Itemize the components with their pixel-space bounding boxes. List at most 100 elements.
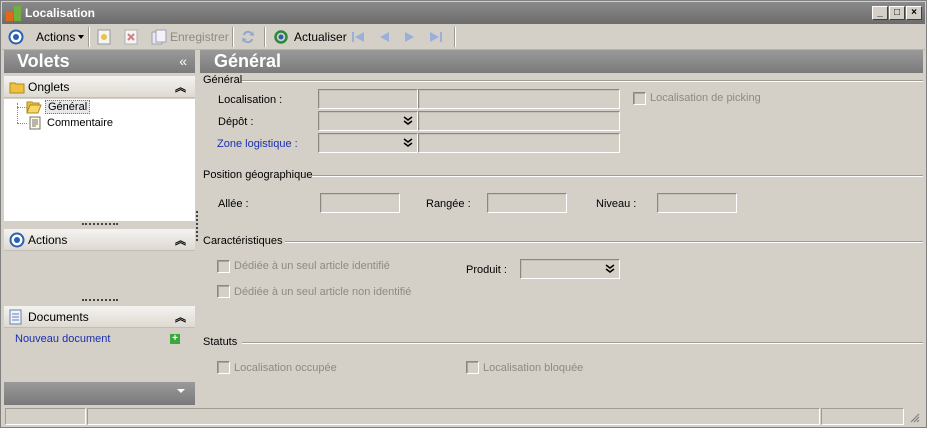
group-divider: [312, 175, 923, 177]
produit-combo[interactable]: [520, 259, 620, 279]
side-panel-header: Volets «: [4, 50, 195, 73]
collapse-section-icon[interactable]: ︽: [175, 309, 186, 325]
sync-icon: [242, 30, 254, 44]
toolbar-separator: [232, 27, 234, 47]
toolbar-separator: [88, 27, 90, 47]
app-icon: [6, 6, 22, 22]
bloquee-label: Localisation bloquée: [483, 362, 584, 374]
collapse-section-icon[interactable]: ︽: [175, 232, 186, 248]
caracteristiques-group-title: Caractéristiques: [203, 235, 283, 247]
depot-label: Dépôt :: [218, 116, 254, 128]
window-title: Localisation: [25, 6, 96, 20]
first-record-button[interactable]: [350, 27, 366, 47]
refresh-button[interactable]: Actualiser: [273, 27, 347, 47]
toolbar-separator: [264, 27, 266, 47]
niveau-label: Niveau :: [596, 198, 637, 210]
actions-icon[interactable]: [8, 27, 24, 47]
rangee-label: Rangée :: [426, 198, 471, 210]
tree-item-general[interactable]: Général: [26, 99, 91, 115]
form-panel: Général Général Localisation : Dépôt : Z…: [200, 50, 923, 405]
minimize-button[interactable]: _: [872, 6, 888, 20]
picking-checkbox[interactable]: [633, 92, 646, 105]
sync-button[interactable]: [240, 27, 256, 47]
onglets-section-title: Onglets: [28, 80, 70, 94]
article-identifie-checkbox[interactable]: [217, 260, 230, 273]
group-divider: [285, 241, 923, 243]
onglets-tree: Général Commentaire: [4, 99, 195, 221]
section-resize-grip[interactable]: [82, 223, 118, 226]
side-panel-footer[interactable]: [4, 382, 195, 405]
document-list-icon: [9, 309, 25, 325]
localisation-label: Localisation :: [218, 94, 283, 106]
chevron-down-icon[interactable]: [603, 262, 617, 276]
allee-label: Allée :: [218, 198, 249, 210]
toolbar-separator: [454, 27, 456, 47]
next-record-button[interactable]: [402, 27, 418, 47]
previous-record-button[interactable]: [376, 27, 392, 47]
status-pane: [87, 408, 820, 425]
status-bar: [2, 405, 925, 427]
allee-field[interactable]: [320, 193, 400, 213]
save-icon: [151, 29, 167, 45]
last-record-button[interactable]: [428, 27, 444, 47]
pane-splitter[interactable]: [196, 211, 198, 241]
zone-logistique-name-field[interactable]: [418, 133, 620, 153]
chevron-down-icon[interactable]: [401, 114, 415, 128]
localisation-name-field[interactable]: [418, 89, 620, 109]
resize-grip-icon[interactable]: [908, 411, 920, 423]
toolbar: Actions Enregistrer Actualiser: [2, 24, 925, 50]
close-button[interactable]: ×: [906, 6, 922, 20]
bloquee-checkbox[interactable]: [466, 361, 479, 374]
status-pane: [5, 408, 86, 425]
niveau-field[interactable]: [657, 193, 737, 213]
actions-menu-label: Actions: [36, 30, 76, 44]
depot-combo[interactable]: [318, 111, 418, 131]
previous-record-icon: [380, 32, 389, 42]
maximize-button[interactable]: □: [889, 6, 905, 20]
chevron-down-icon[interactable]: [401, 136, 415, 150]
save-label: Enregistrer: [170, 30, 229, 44]
new-document-link[interactable]: Nouveau document: [15, 333, 110, 345]
position-group-title: Position géographique: [203, 169, 313, 181]
onglets-section-header[interactable]: Onglets ︽: [4, 76, 195, 98]
new-record-button[interactable]: [97, 27, 111, 47]
tree-item-commentaire[interactable]: Commentaire: [28, 115, 113, 131]
refresh-icon: [274, 30, 288, 44]
section-resize-grip[interactable]: [82, 299, 118, 302]
collapse-panel-button[interactable]: «: [179, 53, 187, 69]
document-icon: [29, 116, 41, 130]
chevron-down-icon[interactable]: [177, 389, 185, 393]
rangee-field[interactable]: [487, 193, 567, 213]
localisation-code-field[interactable]: [318, 89, 418, 109]
picking-label: Localisation de picking: [650, 92, 761, 104]
refresh-label: Actualiser: [294, 30, 347, 44]
zone-logistique-combo[interactable]: [318, 133, 418, 153]
group-divider: [242, 80, 923, 82]
actions-section-title: Actions: [28, 233, 68, 247]
last-record-icon: [430, 32, 442, 42]
folder-icon: [9, 79, 25, 95]
status-pane: [821, 408, 904, 425]
form-header: Général: [200, 50, 923, 73]
article-non-identifie-label: Dédiée à un seul article non identifié: [234, 286, 412, 298]
documents-section-header[interactable]: Documents ︽: [4, 306, 195, 328]
form-title: Général: [214, 51, 282, 71]
first-record-icon: [352, 32, 364, 42]
save-button[interactable]: Enregistrer: [151, 27, 229, 47]
actions-section-body: [4, 252, 195, 298]
zone-logistique-link[interactable]: Zone logistique :: [217, 138, 298, 150]
depot-name-field[interactable]: [418, 111, 620, 131]
title-bar[interactable]: Localisation _ □ ×: [2, 2, 925, 24]
actions-menu-button[interactable]: Actions: [36, 27, 85, 47]
actions-section-header[interactable]: Actions ︽: [4, 229, 195, 251]
occupee-checkbox[interactable]: [217, 361, 230, 374]
side-panel-title: Volets: [17, 51, 70, 71]
app-window: Localisation _ □ × Actions Enregistrer A…: [0, 0, 927, 428]
group-divider: [242, 342, 923, 344]
collapse-section-icon[interactable]: ︽: [175, 79, 186, 95]
article-non-identifie-checkbox[interactable]: [217, 285, 230, 298]
delete-button[interactable]: [124, 27, 138, 47]
documents-section-title: Documents: [28, 310, 89, 324]
add-icon[interactable]: +: [170, 334, 180, 344]
occupee-label: Localisation occupée: [234, 362, 337, 374]
